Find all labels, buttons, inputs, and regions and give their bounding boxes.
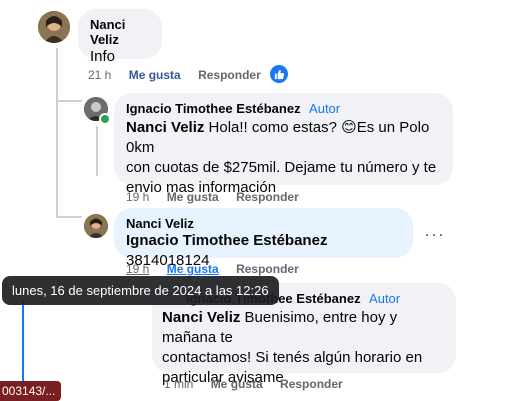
comment-time[interactable]: 1 min — [164, 377, 193, 391]
comment-actions-4: 1 min Me gusta Responder — [164, 377, 357, 391]
avatar-nanci[interactable] — [38, 11, 70, 43]
mention-link[interactable]: Ignacio Timothee Estébanez — [126, 232, 327, 249]
comment-text-line-1: Nanci Veliz Buenisimo, entre hoy y mañan… — [162, 309, 398, 346]
online-status-indicator — [99, 113, 111, 125]
mention-link[interactable]: Nanci Veliz — [162, 309, 240, 326]
comment-actions-1: 21 h Me gusta Responder — [88, 68, 275, 82]
avatar-image — [38, 11, 70, 43]
like-button[interactable]: Me gusta — [211, 377, 263, 391]
more-options-button[interactable]: ··· — [424, 224, 445, 245]
author-badge: Autor — [309, 101, 341, 116]
comment-author[interactable]: Nanci Veliz — [126, 216, 401, 231]
comment-time[interactable]: 19 h — [126, 190, 149, 204]
comment-actions-3: 19 h Me gusta Responder — [126, 262, 313, 276]
thread-line-sub — [96, 126, 98, 176]
like-button[interactable]: Me gusta — [129, 68, 181, 82]
comment-author[interactable]: Ignacio Timothee Estébanez — [126, 101, 301, 116]
comment-text: Info — [90, 48, 116, 65]
reply-button[interactable]: Responder — [236, 190, 299, 204]
comment-author[interactable]: Nanci Veliz — [90, 17, 150, 47]
like-button[interactable]: Me gusta — [167, 190, 219, 204]
comment-actions-2: 19 h Me gusta Responder — [126, 190, 313, 204]
comment-text-line-2: contactamos! Si tenés algún horario en — [162, 349, 423, 366]
comment-text-line-2: con cuotas de $275mil. Dejame tu número … — [126, 159, 437, 176]
thread-line-curve-2 — [56, 216, 82, 218]
comment-bubble-1: Nanci Veliz Info — [78, 9, 162, 65]
comment-time[interactable]: 19 h — [126, 262, 149, 276]
status-url-bar: 003143/... — [0, 381, 62, 401]
avatar-nanci[interactable] — [84, 214, 108, 238]
comment-time[interactable]: 21 h — [88, 68, 111, 82]
reply-button[interactable]: Responder — [236, 262, 299, 276]
smile-emoji-icon: 😊 — [341, 119, 357, 136]
comment-bubble-2: Ignacio Timothee Estébanez Autor Nanci V… — [114, 93, 453, 196]
like-reaction-icon[interactable] — [270, 65, 288, 83]
reply-button[interactable]: Responder — [280, 377, 343, 391]
comment-text-line-1: Nanci Veliz Hola!! como estas? 😊Es un Po… — [126, 119, 430, 156]
author-badge: Autor — [369, 291, 401, 306]
thread-line-main — [56, 48, 58, 218]
thread-line-curve-1 — [56, 100, 82, 102]
avatar-image — [84, 214, 108, 238]
like-button[interactable]: Me gusta — [167, 262, 219, 276]
comment-bubble-3: Nanci Veliz Ignacio Timothee Estébanez 3… — [114, 208, 413, 269]
reply-button[interactable]: Responder — [198, 68, 261, 82]
timestamp-tooltip: lunes, 16 de septiembre de 2024 a las 12… — [2, 276, 279, 305]
mention-link[interactable]: Nanci Veliz — [126, 119, 204, 136]
